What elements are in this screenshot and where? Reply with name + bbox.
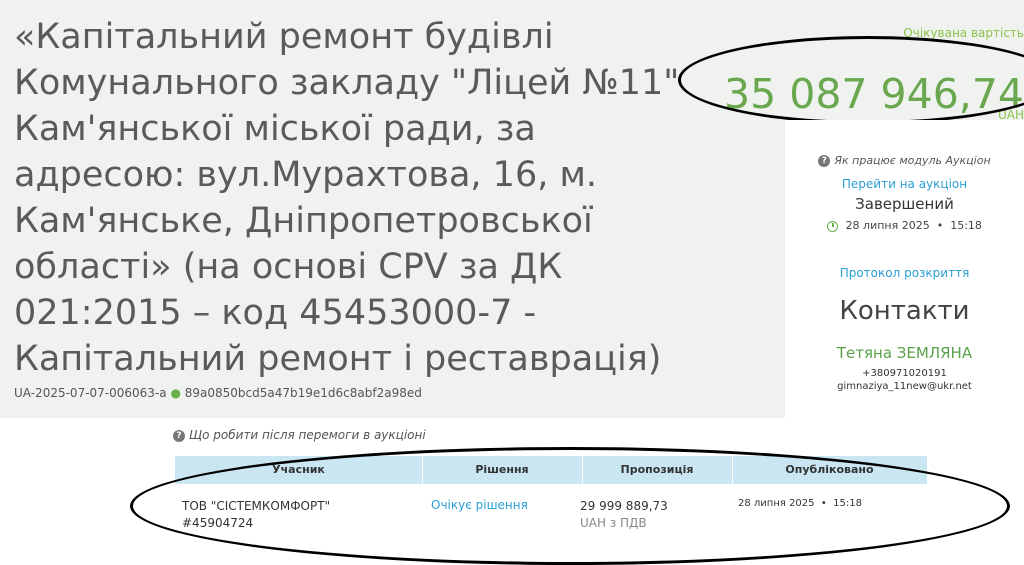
tender-title: «Капітальний ремонт будівлі Комунального… [14,17,680,379]
contact-name: Тетяна ЗЕМЛЯНА [836,344,973,362]
auction-time: 15:18 [950,219,982,232]
auction-help-text: Як працює модуль Аукціон [834,154,991,167]
go-to-auction-link[interactable]: Перейти на аукціон [785,177,1024,191]
after-win-help-link[interactable]: ? Що робити після перемоги в аукціоні [173,428,426,442]
auction-date: 28 липня 2025 [845,219,930,232]
opening-protocol-link[interactable]: Протокол розкриття [785,266,1024,280]
auction-status: Завершений [855,195,954,213]
bullet-icon: ● [170,386,181,400]
tender-id: UA-2025-07-07-006063-a [14,386,167,400]
contact-phone: +380971020191 [862,368,947,379]
contact-email: gimnaziya_11new@ukr.net [837,381,972,392]
question-icon: ? [818,155,831,167]
auction-date-line: 28 липня 2025 • 15:18 [785,219,1024,232]
after-win-help-text: Що робити після перемоги в аукціоні [189,428,426,442]
tender-id-line: UA-2025-07-07-006063-a ● 89a0850bcd5a47b… [14,386,422,400]
question-icon: ? [173,429,185,442]
tender-hash: 89a0850bcd5a47b19e1d6c8abf2a98ed [184,386,422,400]
contacts-title: Контакти [839,296,970,326]
auction-side-card: ? Як працює модуль Аукціон Перейти на аук… [785,120,1024,420]
auction-help-link[interactable]: ? Як працює модуль Аукціон [785,154,1024,167]
clock-icon [827,220,839,232]
highlight-ellipse-bid [130,447,1010,565]
